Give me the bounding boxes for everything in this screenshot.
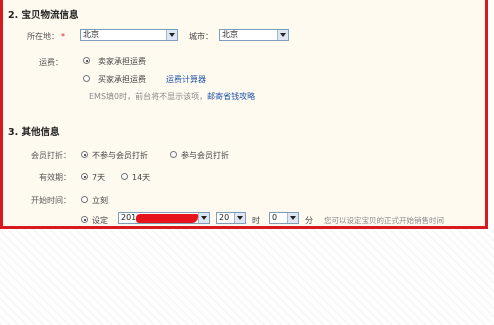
- validity-label: 有效期：: [39, 173, 71, 182]
- ems-note: EMS填0时，前台将不显示该项，邮寄省钱攻略: [89, 92, 256, 101]
- seller-pays-radio[interactable]: [83, 57, 90, 64]
- page-background: [0, 229, 494, 325]
- freight-label: 运费：: [39, 58, 63, 67]
- start-time-label: 开始时间：: [31, 196, 71, 205]
- city-select[interactable]: 北京: [219, 29, 289, 41]
- postage-tips-link[interactable]: 邮寄省钱攻略: [207, 92, 255, 101]
- validity-14-days-label: 14天: [132, 173, 151, 182]
- validity-14-days-radio[interactable]: [121, 173, 128, 180]
- minute-unit-label: 分: [305, 216, 313, 225]
- member-discount-label: 会员打折：: [31, 151, 71, 160]
- chevron-down-icon: [198, 213, 209, 223]
- start-minute-select[interactable]: 0: [269, 212, 299, 224]
- start-date-value: 201: [121, 213, 137, 222]
- chevron-down-icon: [234, 213, 245, 223]
- listing-form-panel: 2. 宝贝物流信息 所在地： * 北京 城市： 北京 运费： 卖家承担运费 买家承…: [0, 0, 488, 229]
- logistics-section-title: 2. 宝贝物流信息: [8, 10, 79, 21]
- location-label: 所在地： *: [27, 32, 65, 41]
- other-section-title: 3. 其他信息: [8, 127, 60, 138]
- start-immediately-label: 立刻: [92, 196, 108, 205]
- province-select[interactable]: 北京: [80, 29, 178, 41]
- seller-pays-label: 卖家承担运费: [98, 57, 146, 66]
- province-select-value: 北京: [83, 30, 99, 39]
- hour-unit-label: 时: [252, 216, 260, 225]
- start-set-radio[interactable]: [81, 216, 88, 223]
- start-time-hint: 您可以设定宝贝的正式开始销售时间: [324, 216, 444, 225]
- chevron-down-icon: [277, 30, 288, 40]
- join-discount-radio[interactable]: [170, 151, 177, 158]
- no-discount-label: 不参与会员打折: [92, 151, 148, 160]
- start-hour-value: 20: [219, 213, 230, 222]
- start-set-label: 设定: [92, 216, 108, 225]
- buyer-pays-radio[interactable]: [83, 75, 90, 82]
- start-immediately-radio[interactable]: [81, 196, 88, 203]
- chevron-down-icon: [287, 213, 298, 223]
- buyer-pays-label: 买家承担运费: [98, 75, 146, 84]
- freight-calculator-link[interactable]: 运费计算器: [166, 74, 206, 85]
- start-hour-select[interactable]: 20: [216, 212, 246, 224]
- start-minute-value: 0: [272, 213, 278, 222]
- join-discount-label: 参与会员打折: [181, 151, 229, 160]
- required-mark: *: [61, 32, 65, 41]
- redaction-mark: [136, 214, 198, 223]
- no-discount-radio[interactable]: [81, 151, 88, 158]
- validity-7-days-label: 7天: [92, 173, 106, 182]
- validity-7-days-radio[interactable]: [81, 173, 88, 180]
- city-label: 城市：: [189, 32, 213, 41]
- city-select-value: 北京: [222, 30, 238, 39]
- chevron-down-icon: [166, 30, 177, 40]
